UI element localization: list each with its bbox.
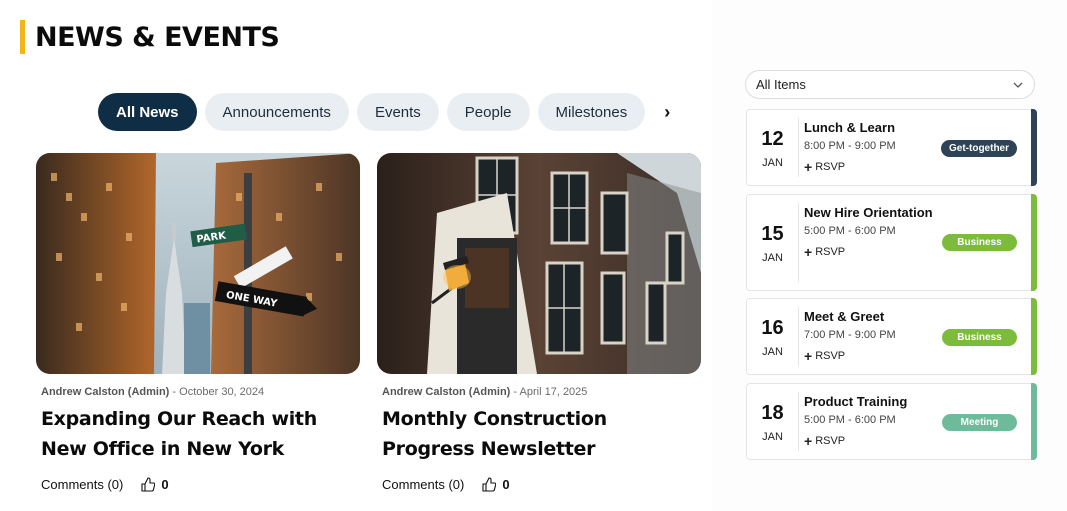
rsvp-label: RSVP (815, 435, 846, 447)
tab-all-news[interactable]: All News (98, 93, 197, 131)
event-color-stripe (1031, 383, 1037, 460)
news-author[interactable]: Andrew Calston (Admin) (41, 386, 169, 398)
comments-link[interactable]: Comments (0) (41, 477, 123, 492)
events-filter-select[interactable]: All Items (745, 70, 1035, 99)
chevron-right-icon[interactable]: › (657, 93, 677, 131)
rsvp-label: RSVP (815, 161, 846, 173)
rsvp-label: RSVP (815, 350, 846, 362)
event-title[interactable]: Lunch & Learn (804, 118, 1036, 138)
event-month: JAN (762, 156, 783, 169)
like-count: 0 (502, 477, 510, 492)
rsvp-button[interactable]: + RSVP (804, 348, 1036, 364)
news-headline[interactable]: Expanding Our Reach with New Office in N… (36, 404, 360, 464)
tab-events[interactable]: Events (356, 93, 439, 131)
news-headline[interactable]: Monthly Construction Progress Newsletter (377, 404, 701, 464)
news-stats: Comments (0) 0 (382, 477, 510, 492)
event-title[interactable]: New Hire Orientation (804, 203, 946, 223)
news-image-city-street[interactable]: PARK ONE WAY (36, 153, 360, 374)
section-header: NEWS & EVENTS (20, 20, 280, 54)
event-category-badge: Get-together (941, 140, 1017, 157)
plus-icon: + (804, 433, 813, 449)
tab-people[interactable]: People (446, 93, 530, 131)
event-category-badge: Meeting (942, 414, 1017, 431)
comments-link[interactable]: Comments (0) (382, 477, 464, 492)
select-value: All Items (756, 77, 806, 92)
news-meta: Andrew Calston (Admin) - April 17, 2025 (377, 386, 701, 398)
like-button[interactable]: 0 (482, 477, 510, 492)
event-card[interactable]: 16 JAN Meet & Greet 7:00 PM - 9:00 PM + R… (746, 298, 1037, 375)
event-color-stripe (1031, 194, 1037, 291)
thumbs-up-icon (141, 477, 156, 492)
event-month: JAN (762, 251, 783, 264)
event-date: 16 JAN (747, 307, 799, 366)
news-author[interactable]: Andrew Calston (Admin) (382, 386, 510, 398)
event-month: JAN (762, 345, 783, 358)
rsvp-button[interactable]: + RSVP (804, 244, 946, 260)
event-day: 15 (761, 222, 784, 245)
page-title: NEWS & EVENTS (35, 21, 280, 53)
event-date: 12 JAN (747, 118, 799, 177)
news-stats: Comments (0) 0 (41, 477, 169, 492)
event-color-stripe (1031, 298, 1037, 375)
event-category-badge: Business (942, 329, 1017, 346)
title-accent-bar (20, 20, 25, 54)
news-image-brick-building[interactable] (377, 153, 701, 374)
thumbs-up-icon (482, 477, 497, 492)
plus-icon: + (804, 159, 813, 175)
news-card[interactable]: PARK ONE WAY Andrew Calston (Admin) - Oc… (36, 153, 360, 492)
plus-icon: + (804, 348, 813, 364)
event-title[interactable]: Product Training (804, 392, 1036, 412)
event-card[interactable]: 12 JAN Lunch & Learn 8:00 PM - 9:00 PM +… (746, 109, 1037, 186)
event-date: 15 JAN (747, 203, 799, 282)
event-month: JAN (762, 430, 783, 443)
news-card[interactable]: Andrew Calston (Admin) - April 17, 2025 … (377, 153, 701, 492)
event-card[interactable]: 15 JAN New Hire Orientation 5:00 PM - 6:… (746, 194, 1037, 291)
tab-announcements[interactable]: Announcements (204, 93, 349, 131)
event-date: 18 JAN (747, 392, 799, 451)
news-meta: Andrew Calston (Admin) - October 30, 202… (36, 386, 360, 398)
rsvp-button[interactable]: + RSVP (804, 433, 1036, 449)
plus-icon: + (804, 244, 813, 260)
chevron-down-icon (1013, 82, 1023, 88)
event-day: 18 (761, 401, 784, 424)
rsvp-button[interactable]: + RSVP (804, 159, 1036, 175)
event-day: 16 (761, 316, 784, 339)
event-color-stripe (1031, 109, 1037, 186)
event-time: 5:00 PM - 6:00 PM (804, 225, 896, 237)
rsvp-label: RSVP (815, 246, 846, 258)
event-card[interactable]: 18 JAN Product Training 5:00 PM - 6:00 P… (746, 383, 1037, 460)
event-category-badge: Business (942, 234, 1017, 251)
event-title[interactable]: Meet & Greet (804, 307, 1036, 327)
news-date: October 30, 2024 (179, 386, 265, 398)
event-day: 12 (761, 127, 784, 150)
like-count: 0 (161, 477, 169, 492)
news-filter-tabs: All News Announcements Events People Mil… (98, 93, 677, 131)
tab-milestones[interactable]: Milestones (537, 93, 646, 131)
like-button[interactable]: 0 (141, 477, 169, 492)
news-date: April 17, 2025 (519, 386, 588, 398)
